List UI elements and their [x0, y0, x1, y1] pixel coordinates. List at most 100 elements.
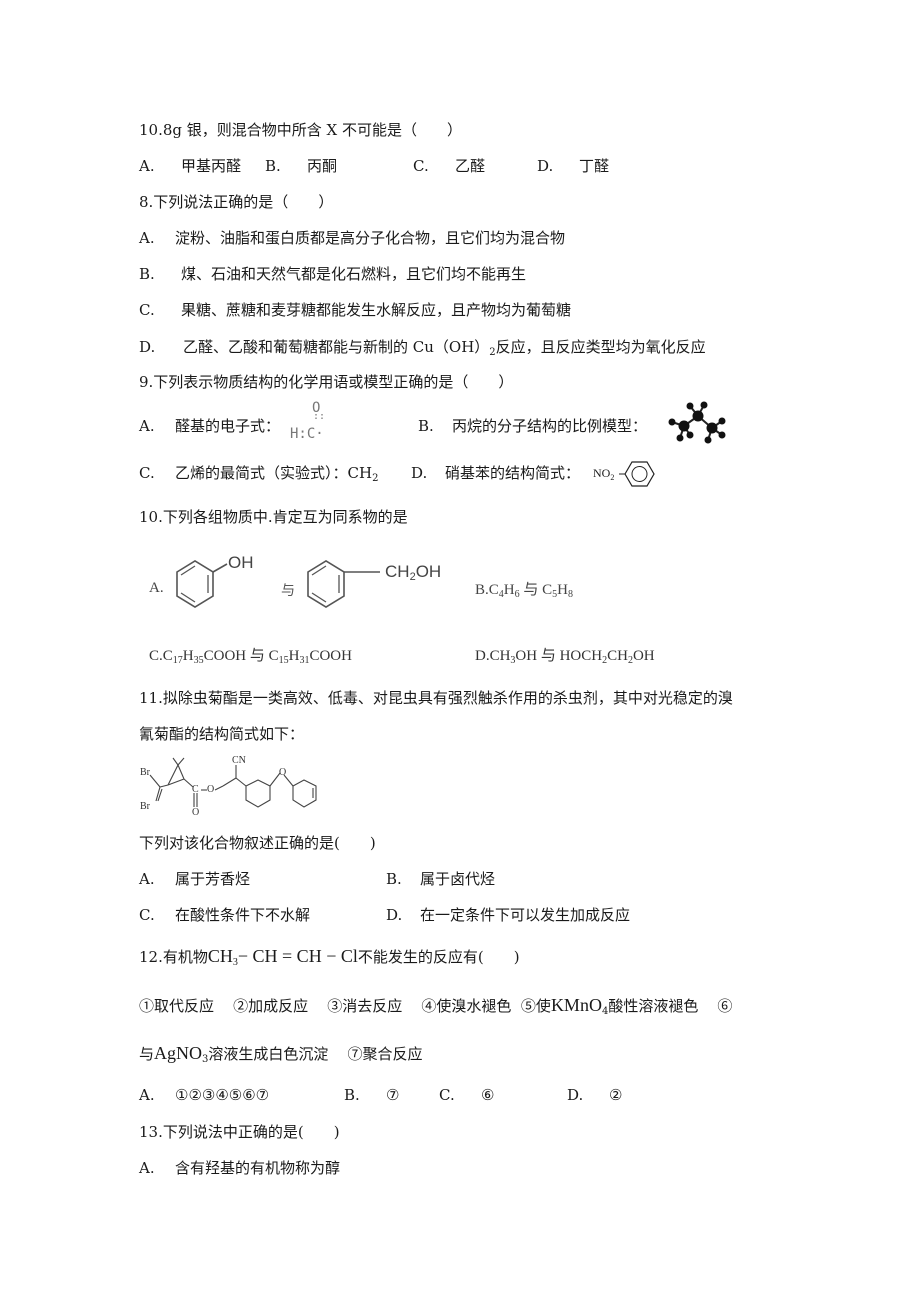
q8-option-c: C. 果糖、蔗糖和麦芽糖都能发生水解反应，且产物均为葡萄糖 — [139, 300, 571, 320]
option-text: 乙醛、乙酸和葡萄糖都能与新制的 Cu（OH） — [183, 338, 490, 356]
option-text: 丙酮 — [307, 157, 338, 175]
propane-ball-model-figure — [668, 401, 726, 444]
q11-option-c: C. 在酸性条件下不水解 — [139, 905, 310, 925]
question-13-stem: 13.下列说法中正确的是( ) — [139, 1123, 340, 1141]
benzene-ring-icon — [619, 461, 655, 487]
option-label: C. — [139, 464, 155, 482]
chloropropene-formula: CH3− CH = CH − Cl — [207, 946, 358, 968]
reaction-item-3: ③消去反应 — [327, 997, 403, 1015]
reaction-item-6: ⑥ — [717, 997, 733, 1015]
question-stem-prev: 10.8g 银，则混合物中所含 X 不可能是（ ） — [139, 121, 462, 139]
hydrogen-atom — [718, 431, 726, 439]
question-11-prompt: 下列对该化合物叙述正确的是( ) — [139, 834, 376, 852]
carbon-atom — [692, 410, 704, 422]
option-label: C. — [139, 906, 155, 924]
option-label: A. — [139, 870, 155, 888]
reaction-item-7: ⑦聚合反应 — [347, 1045, 423, 1063]
option-label: B. — [139, 265, 155, 283]
option-label: C. — [413, 157, 429, 175]
option-label: A. — [139, 1086, 155, 1104]
option-label: D. — [386, 906, 403, 924]
q11-option-a: A. 属于芳香烃 — [139, 869, 250, 889]
hydrogen-atom — [700, 401, 708, 409]
hydrogen-atom — [686, 431, 694, 439]
q10-option-b: B.C4H6 与 C5H8 — [475, 582, 573, 600]
deltamethrin-skeleton — [149, 757, 317, 808]
option-text: ⑦ — [386, 1086, 400, 1104]
carbon-atom — [678, 420, 690, 432]
option-text: 甲基丙醛 — [181, 157, 242, 175]
ester-oxygen-label: O — [207, 784, 215, 795]
option-text: ⑥ — [481, 1086, 495, 1104]
option-c: C. 乙醛 — [413, 156, 485, 176]
option-text: ② — [609, 1086, 623, 1104]
q9-option-b: B. 丙烷的分子结构的比例模型： — [418, 416, 647, 436]
cyano-label: CN — [232, 755, 246, 766]
bromine-label: Br — [140, 767, 150, 778]
aldehyde-electron-formula-figure: O :: H:C· — [290, 400, 330, 450]
option-text: 在一定条件下可以发生加成反应 — [420, 906, 631, 924]
q12-option-c: C. ⑥ — [439, 1085, 494, 1105]
option-text: 硝基苯的结构简式： — [445, 464, 581, 482]
option-label: A. — [139, 1159, 155, 1177]
q8-option-d: D. 乙醛、乙酸和葡萄糖都能与新制的 Cu（OH）2反应，且反应类型均为氧化反应 — [139, 337, 706, 358]
option-text: 煤、石油和天然气都是化石燃料，且它们均不能再生 — [181, 265, 527, 283]
q12-reaction-list-line2: 与AgNO3溶液生成白色沉淀 ⑦聚合反应 — [139, 1043, 423, 1065]
benzyl-alcohol-figure: CH2OH — [300, 550, 450, 620]
option-text: 丁醛 — [579, 157, 610, 175]
hc-atom-label: H:C· — [290, 426, 324, 442]
option-label: A. — [139, 229, 155, 247]
option-text: 乙烯的最简式（实验式）：CH — [175, 464, 373, 482]
nitro-group-label: NO2 — [593, 466, 615, 482]
option-label: B. — [344, 1086, 360, 1104]
option-text: ①②③④⑤⑥⑦ — [175, 1086, 270, 1104]
question-8-stem: 8.下列说法正确的是（ ） — [139, 193, 334, 211]
option-text: 反应，且反应类型均为氧化反应 — [495, 338, 706, 356]
option-label: D. — [411, 464, 428, 482]
option-label: D. — [567, 1086, 584, 1104]
option-label: A. — [149, 580, 164, 596]
q9-option-d: D. 硝基苯的结构简式： — [411, 463, 580, 483]
option-text: 属于卤代烃 — [420, 870, 496, 888]
option-text: 乙醛 — [455, 157, 486, 175]
option-text: 丙烷的分子结构的比例模型： — [452, 417, 648, 435]
question-10-stem: 10.下列各组物质中.肯定互为同系物的是 — [139, 508, 408, 526]
q13-option-a: A. 含有羟基的有机物称为醇 — [139, 1158, 340, 1178]
q11-option-d: D. 在一定条件下可以发生加成反应 — [386, 905, 630, 925]
hydrogen-atom — [686, 402, 694, 410]
carbon-label: C — [192, 784, 199, 795]
option-text: 醛基的电子式： — [175, 417, 281, 435]
phenol-structure — [176, 560, 228, 608]
hydrogen-atom — [704, 436, 712, 444]
q11-option-b: B. 属于卤代烃 — [386, 869, 495, 889]
option-label: B. — [386, 870, 402, 888]
reaction-item-1: ①取代反应 — [139, 997, 215, 1015]
option-label: B. — [418, 417, 434, 435]
option-text: 果糖、蔗糖和麦芽糖都能发生水解反应，且产物均为葡萄糖 — [181, 301, 572, 319]
carbon-atom — [706, 422, 718, 434]
option-a: A. 甲基丙醛 — [139, 156, 241, 176]
hydroxyl-label: OH — [228, 553, 254, 572]
q12-option-a: A. ①②③④⑤⑥⑦ — [139, 1085, 269, 1105]
deltamethrin-structure-figure: Br Br CN C O O O — [138, 755, 328, 830]
benzyl-alcohol-structure — [307, 560, 380, 608]
option-label: C. — [139, 301, 155, 319]
reaction-item-2: ②加成反应 — [233, 997, 309, 1015]
option-text: 属于芳香烃 — [175, 870, 251, 888]
question-9-stem: 9.下列表示物质结构的化学用语或模型正确的是（ ） — [139, 373, 514, 391]
hydrogen-atom — [676, 434, 684, 442]
q8-option-b: B. 煤、石油和天然气都是化石燃料，且它们均不能再生 — [139, 264, 526, 284]
option-label: C. — [439, 1086, 455, 1104]
subscript: 2 — [372, 473, 379, 484]
question-12-stem: 12.有机物CH3− CH = CH − Cl不能发生的反应有( ) — [139, 946, 520, 968]
carbonyl-oxygen-label: O — [192, 807, 200, 818]
option-label: D. — [537, 157, 554, 175]
q10-option-c: C.C17H35COOH 与 C15H31COOH — [149, 648, 352, 666]
option-d: D. 丁醛 — [537, 156, 609, 176]
q12-option-b: B. ⑦ — [344, 1085, 399, 1105]
hydroxymethyl-label: CH2OH — [385, 562, 442, 583]
q10-option-d: D.CH3OH 与 HOCH2CH2OH — [475, 648, 655, 666]
option-text: 含有羟基的有机物称为醇 — [175, 1159, 341, 1177]
reaction-item-4: ④使溴水褪色 — [421, 997, 512, 1015]
q8-option-a: A. 淀粉、油脂和蛋白质都是高分子化合物，且它们均为混合物 — [139, 228, 565, 248]
